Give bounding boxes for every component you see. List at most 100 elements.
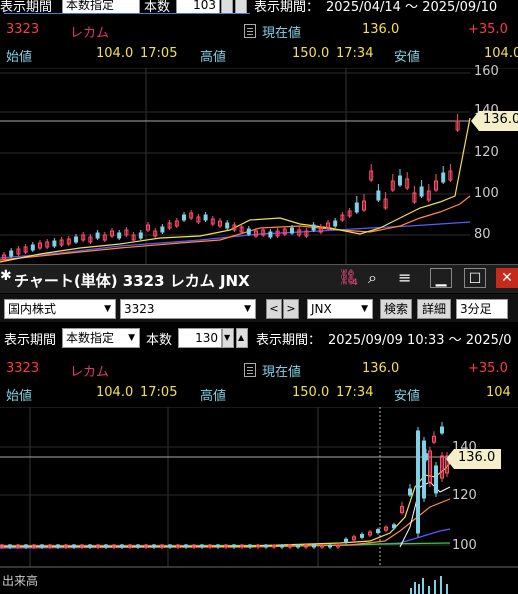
chart2-candle-35 bbox=[280, 544, 284, 548]
period-mode-select[interactable]: 本数指定 ▼ bbox=[62, 328, 140, 348]
chart1-candle-55 bbox=[398, 175, 402, 186]
period-label: 表示期間 bbox=[0, 0, 53, 14]
chart1-open-value: 104.0 bbox=[96, 46, 134, 61]
chart2-current-label: 現在値 bbox=[262, 365, 302, 380]
chart2-open-time: 17:05 bbox=[140, 385, 178, 400]
chart1-change: +35.0 bbox=[468, 22, 508, 37]
chart2-open-label: 始値 bbox=[6, 389, 33, 404]
chart2-candles bbox=[0, 422, 449, 549]
chart1-price-badge: 136.0 bbox=[470, 111, 518, 131]
chart2-candle-45 bbox=[360, 533, 364, 538]
chart1-candle-43 bbox=[311, 224, 316, 231]
chart2-candle-49 bbox=[392, 524, 396, 529]
minimize-button[interactable]: ▁ bbox=[430, 268, 452, 288]
chart2-spike-candle-0 bbox=[416, 430, 420, 534]
chart1-candle-7 bbox=[52, 240, 57, 247]
search-icon[interactable]: ⌕ bbox=[368, 268, 377, 288]
chart1-candle-19 bbox=[138, 232, 143, 239]
maximize-button[interactable]: ☐ bbox=[464, 268, 486, 288]
pin-icon[interactable]: ✱ bbox=[0, 268, 12, 284]
market-select[interactable]: 国内株式 ▼ bbox=[4, 299, 116, 319]
exchange-select[interactable]: JNX ▼ bbox=[307, 299, 373, 319]
range-label: 表示期間： bbox=[254, 0, 320, 14]
chart2-candle-15 bbox=[120, 544, 124, 548]
chart2-ytick-100: 100 bbox=[452, 538, 477, 553]
chart2-candle-17 bbox=[136, 544, 140, 548]
period-mode-select[interactable]: 本数指定 bbox=[62, 0, 140, 14]
prev-symbol-button[interactable]: < bbox=[266, 299, 282, 319]
document-icon[interactable] bbox=[244, 363, 256, 377]
detail-button[interactable]: 詳細 bbox=[417, 299, 451, 319]
period-toolbar: 表示期間 本数指定 ▼ 本数 130 ▼ ▲ 表示期間： 2025/09/09 1… bbox=[0, 324, 518, 352]
window-title: チャート(単体) 3323 レカム JNX bbox=[14, 272, 250, 290]
chart2-volume-bars bbox=[410, 576, 448, 594]
chart2-spike-candle-1 bbox=[422, 440, 426, 499]
chart1-ytick-80: 80 bbox=[474, 227, 491, 242]
chart2-volume-bar-0 bbox=[410, 588, 412, 594]
chevron-down-icon: ▼ bbox=[128, 333, 135, 343]
close-button[interactable]: ✕ bbox=[496, 268, 518, 288]
chart2-high-value: 150.0 bbox=[292, 385, 330, 400]
count-stepper[interactable]: ▲ bbox=[236, 328, 248, 348]
chart2-volume-bar-4 bbox=[428, 586, 430, 594]
chart1-open-time: 17:05 bbox=[140, 46, 178, 61]
range-label: 表示期間： bbox=[256, 333, 322, 348]
chart1-header: 3323 レカム 現在値 136.0 +35.0 bbox=[0, 20, 518, 42]
window-titlebar[interactable]: ✱ チャート(単体) 3323 レカム JNX ⛓ 4 ⌕ ≡ ▁ ☐ ✕ bbox=[0, 264, 518, 293]
chart2-candle-3 bbox=[24, 544, 28, 548]
chart1-candle-37 bbox=[268, 231, 273, 238]
chart2-candle-43 bbox=[344, 538, 348, 543]
count-dropdown[interactable] bbox=[221, 0, 233, 14]
chart2-candle-21 bbox=[168, 544, 172, 548]
chart2-candle-11 bbox=[88, 544, 92, 548]
chart2-candle-25 bbox=[200, 544, 204, 548]
chart2-candle-13 bbox=[104, 544, 108, 548]
document-icon[interactable] bbox=[244, 24, 256, 38]
chart2-volume-bar-3 bbox=[422, 578, 424, 594]
chart1-ytick-160: 160 bbox=[474, 64, 499, 79]
chart1-candle-13 bbox=[95, 232, 100, 239]
chart2-open-value: 104.0 bbox=[96, 385, 134, 400]
chart1-plot[interactable] bbox=[0, 68, 518, 264]
chart2-plot[interactable] bbox=[0, 407, 518, 594]
count-stepper[interactable] bbox=[235, 0, 247, 14]
range-value: 2025/09/09 10:33 ～ 2025/0 bbox=[328, 333, 512, 348]
chart1-candle-22 bbox=[160, 226, 165, 233]
code-input[interactable]: 3323 ▼ bbox=[120, 299, 256, 319]
count-dropdown[interactable]: ▼ bbox=[222, 328, 234, 348]
chart2-candle-47 bbox=[376, 529, 380, 534]
chart2-candle-39 bbox=[312, 544, 316, 548]
chart1-candle-28 bbox=[203, 214, 208, 221]
top-toolbar: 表示期間 本数指定 本数 103 表示期間： 2025/04/14 ～ 2025… bbox=[0, 0, 518, 14]
chart1-candle-49 bbox=[354, 202, 359, 213]
chart1-high-label: 高値 bbox=[200, 50, 227, 65]
chart1-ytick-100: 100 bbox=[474, 186, 499, 201]
chart2-candle-41 bbox=[328, 544, 332, 548]
period-mode-value: 本数指定 bbox=[66, 331, 115, 345]
interval-select[interactable]: 3分足 bbox=[456, 299, 508, 319]
symbol-toolbar: 国内株式 ▼ 3323 ▼ < > JNX ▼ 検索 詳細 3分足 bbox=[0, 294, 518, 322]
next-symbol-button[interactable]: > bbox=[283, 299, 299, 319]
menu-icon[interactable]: ≡ bbox=[398, 268, 411, 287]
chart2-volume-bar-1 bbox=[414, 582, 416, 594]
volume-label: 出来高 bbox=[2, 574, 39, 588]
range-value: 2025/04/14 ～ 2025/09/10 bbox=[326, 0, 498, 14]
chart1-ytick-120: 120 bbox=[474, 145, 499, 160]
chart1-name: レカム bbox=[70, 26, 110, 41]
chart2-candle-23 bbox=[184, 544, 188, 548]
chart1-candle-52 bbox=[376, 190, 381, 201]
chart1-candle-10 bbox=[74, 236, 78, 243]
chart1-candle-1 bbox=[9, 250, 14, 257]
market-select-value: 国内株式 bbox=[8, 302, 57, 316]
count-input[interactable]: 130 bbox=[178, 328, 222, 348]
count-label: 本数 bbox=[144, 0, 171, 14]
chart2-ytick-120: 120 bbox=[452, 488, 477, 503]
chart1-candle-46 bbox=[333, 220, 338, 227]
chart2-high-time: 17:34 bbox=[336, 385, 374, 400]
chart2-candle-27 bbox=[216, 544, 220, 548]
search-button[interactable]: 検索 bbox=[380, 299, 412, 319]
chart1-code: 3323 bbox=[6, 22, 40, 37]
count-input[interactable]: 103 bbox=[176, 0, 220, 14]
chart2-high-label: 高値 bbox=[200, 389, 227, 404]
chart1-ohlc-row: 始値 104.0 17:05 高値 150.0 17:34 安値 104.0 bbox=[0, 44, 518, 66]
